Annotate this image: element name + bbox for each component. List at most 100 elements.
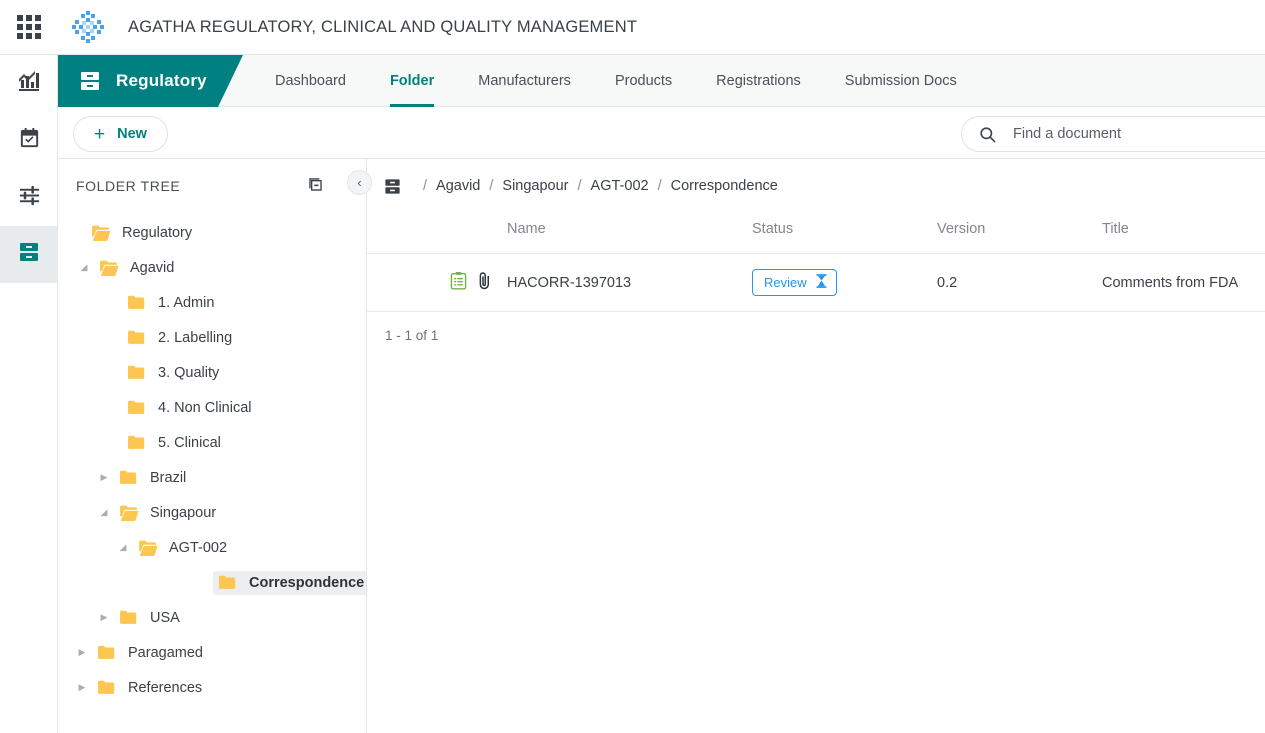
- tree-item-1-admin[interactable]: ▸ 1. Admin: [58, 285, 366, 320]
- tree-item-label: 4. Non Clinical: [158, 400, 256, 416]
- tree-item-brazil[interactable]: ▶ Brazil: [58, 460, 366, 495]
- tree-item-label: AGT-002: [169, 540, 231, 556]
- caret-down-icon[interactable]: ◢: [96, 507, 112, 518]
- tree-item-usa[interactable]: ▶ USA: [58, 600, 366, 635]
- search-box[interactable]: [961, 116, 1265, 152]
- tab-label: Folder: [390, 73, 434, 89]
- cell-title[interactable]: Comments from FDA: [1102, 254, 1265, 312]
- breadcrumb-separator: /: [658, 178, 662, 194]
- tree-item-label: References: [128, 680, 206, 696]
- rail-item-settings[interactable]: [0, 169, 58, 226]
- folder-icon: [128, 330, 148, 345]
- file-cabinet-icon: [78, 69, 102, 93]
- clipboard-checklist-icon[interactable]: [450, 271, 467, 294]
- left-rail: [0, 55, 58, 733]
- column-header-version[interactable]: Version: [937, 213, 1102, 254]
- rail-item-tasks[interactable]: [0, 112, 58, 169]
- rail-item-analytics[interactable]: [0, 55, 58, 112]
- folder-open-icon: [92, 225, 112, 241]
- caret-right-icon[interactable]: ▶: [74, 682, 90, 693]
- tree-item-5-clinical[interactable]: ▸ 5. Clinical: [58, 425, 366, 460]
- tree-item-4-non-clinical[interactable]: ▸ 4. Non Clinical: [58, 390, 366, 425]
- status-badge-label: Review: [764, 275, 807, 290]
- tree-item-paragamed[interactable]: ▶ Paragamed: [58, 635, 366, 670]
- caret-down-icon[interactable]: ◢: [115, 542, 131, 553]
- folder-open-icon: [100, 260, 120, 276]
- row-icons-cell: [367, 254, 507, 312]
- chevron-left-icon: ‹: [357, 175, 361, 190]
- tree-item-label: 5. Clinical: [158, 435, 225, 451]
- tree-item-agt-002[interactable]: ◢ AGT-002: [58, 530, 366, 565]
- breadcrumb-item-singapour[interactable]: Singapour: [502, 178, 568, 194]
- caret-right-icon[interactable]: ▶: [96, 472, 112, 483]
- table-row[interactable]: HACORR-1397013 Review 0.2: [367, 254, 1265, 312]
- paperclip-icon[interactable]: [477, 271, 492, 294]
- sliders-icon: [18, 184, 41, 212]
- tab-submission-docs[interactable]: Submission Docs: [823, 55, 979, 107]
- tree-item-3-quality[interactable]: ▸ 3. Quality: [58, 355, 366, 390]
- column-header-status[interactable]: Status: [752, 213, 937, 254]
- column-header-icons[interactable]: [367, 213, 507, 254]
- tree-item-agavid[interactable]: ◢ Agavid: [58, 250, 366, 285]
- search-input[interactable]: [1011, 125, 1265, 143]
- tree-item-label: 2. Labelling: [158, 330, 236, 346]
- module-tag-regulatory[interactable]: Regulatory: [58, 55, 243, 107]
- breadcrumb: / Agavid / Singapour / AGT-002 / Corresp…: [367, 159, 1265, 213]
- tab-registrations[interactable]: Registrations: [694, 55, 823, 107]
- breadcrumb-item-agt-002[interactable]: AGT-002: [591, 178, 649, 194]
- table-header-row: Name Status Version Title: [367, 213, 1265, 254]
- breadcrumb-separator: /: [489, 178, 493, 194]
- tab-label: Manufacturers: [478, 73, 571, 89]
- tab-products[interactable]: Products: [593, 55, 694, 107]
- folder-open-icon: [120, 505, 140, 521]
- folder-icon: [98, 680, 118, 695]
- folder-icon: [128, 435, 148, 450]
- tab-folder[interactable]: Folder: [368, 55, 456, 107]
- tree-item-label: Paragamed: [128, 645, 207, 661]
- cell-name[interactable]: HACORR-1397013: [507, 254, 752, 312]
- folder-icon: [128, 365, 148, 380]
- file-cabinet-icon[interactable]: [383, 177, 402, 196]
- folder-open-icon: [139, 540, 159, 556]
- tree-item-label: Singapour: [150, 505, 220, 521]
- caret-right-icon[interactable]: ▶: [96, 612, 112, 623]
- collapse-all-icon[interactable]: [307, 176, 324, 193]
- table-header: Name Status Version Title: [367, 213, 1265, 254]
- tree-item-references[interactable]: ▶ References: [58, 670, 366, 705]
- tab-label: Submission Docs: [845, 73, 957, 89]
- caret-down-icon[interactable]: ◢: [76, 262, 92, 273]
- folder-tree-header: FOLDER TREE: [58, 159, 366, 213]
- column-header-title[interactable]: Title: [1102, 213, 1265, 254]
- cell-version: 0.2: [937, 254, 1102, 312]
- folder-icon: [128, 400, 148, 415]
- top-bar: AGATHA REGULATORY, CLINICAL AND QUALITY …: [0, 0, 1265, 55]
- tree-item-label: 3. Quality: [158, 365, 223, 381]
- app-launcher-button[interactable]: [0, 0, 58, 55]
- column-header-name[interactable]: Name: [507, 213, 752, 254]
- plus-icon: +: [94, 125, 105, 144]
- tab-dashboard[interactable]: Dashboard: [253, 55, 368, 107]
- tab-label: Dashboard: [275, 73, 346, 89]
- sidebar-collapse-button[interactable]: ‹: [347, 170, 372, 195]
- tree-item-singapour[interactable]: ◢ Singapour: [58, 495, 366, 530]
- status-badge[interactable]: Review: [752, 269, 837, 296]
- tree-item-2-labelling[interactable]: ▸ 2. Labelling: [58, 320, 366, 355]
- tree-item-label: USA: [150, 610, 184, 626]
- caret-right-icon[interactable]: ▶: [74, 647, 90, 658]
- folder-tree-title: FOLDER TREE: [76, 178, 180, 194]
- tree-item-correspondence[interactable]: Correspondence: [58, 565, 366, 600]
- folder-icon: [98, 645, 118, 660]
- tree-item-label: 1. Admin: [158, 295, 218, 311]
- new-button[interactable]: + New: [73, 116, 168, 152]
- folder-icon: [120, 470, 140, 485]
- tree-item-label: Agavid: [130, 260, 178, 276]
- folder-tree: ▸ Regulatory ◢ Agavid ▸: [58, 213, 366, 705]
- rail-item-documents[interactable]: [0, 226, 58, 283]
- pagination-label: 1 - 1 of 1: [367, 312, 1265, 343]
- hourglass-icon: [816, 274, 827, 291]
- breadcrumb-item-correspondence[interactable]: Correspondence: [671, 178, 778, 194]
- tab-manufacturers[interactable]: Manufacturers: [456, 55, 593, 107]
- tree-item-regulatory[interactable]: ▸ Regulatory: [58, 215, 366, 250]
- tab-label: Registrations: [716, 73, 801, 89]
- breadcrumb-item-agavid[interactable]: Agavid: [436, 178, 480, 194]
